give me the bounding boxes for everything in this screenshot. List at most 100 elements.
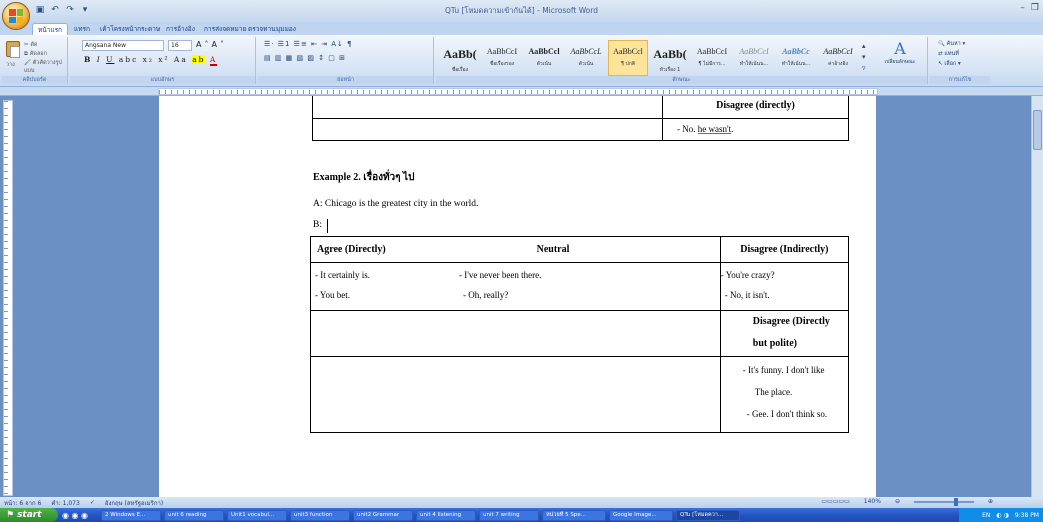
style-name: ตัวเน้น (578, 61, 594, 67)
format-buttons[interactable]: B I U abc x₂ x² Aa ab A (84, 55, 218, 66)
copy-button[interactable]: ⧉ คัดลอก (24, 50, 47, 58)
styles-scroll-icon[interactable]: ▴ ▾ ▿ (862, 41, 866, 74)
taskbar-item[interactable]: 2 Windows E... (101, 509, 161, 521)
restore-icon[interactable]: ❐ (1031, 3, 1039, 13)
minimize-icon[interactable]: – (1020, 3, 1025, 13)
zoom-slider-thumb[interactable] (953, 497, 958, 506)
paragraph-group-label: ย่อหน้า (258, 76, 433, 84)
zoom-slider[interactable] (913, 497, 974, 506)
agree-directly-header: Agree (Directly) (317, 244, 386, 255)
vertical-scrollbar[interactable] (1031, 96, 1043, 497)
table-cell (312, 96, 663, 119)
style-emphasis[interactable]: AaBbCcL ตัวเน้น (566, 40, 606, 76)
neutral-column: - I've never been there. - Oh, really? (459, 265, 659, 305)
vertical-ruler[interactable] (3, 100, 13, 496)
style-heading-1[interactable]: AaBb(หัวเรื่อง 1 (650, 40, 690, 76)
style-sample: AaBbCcl (613, 47, 643, 56)
style-strong[interactable]: AaBbCcl ตัวเน้น (524, 40, 564, 76)
select-button[interactable]: ↖ เลือก ▾ (938, 60, 961, 68)
table-cell: Disagree (Indirectly) (719, 236, 850, 263)
style-intense-emphasis[interactable]: AaBbCc ทำให้เน้นน... (776, 40, 816, 76)
find-button[interactable]: 🔍 ค้นหา ▾ (938, 40, 965, 48)
taskbar-item[interactable]: unit 4 listening (416, 509, 476, 521)
styles-group: AaBb(ชื่อเรื่อง AaBbCcI ชื่อเรื่องรอง AaB… (436, 37, 928, 84)
style-subtle-emphasis[interactable]: AaBbCcI ทำให้เน้นน... (734, 40, 774, 76)
tab-references[interactable]: การอ้างอิง (166, 24, 195, 34)
format-painter-label: ตัวคัดวางรูปแบบ (24, 60, 62, 74)
find-label: ค้นหา (946, 41, 961, 47)
table-cell: - You're crazy? - No, it isn't. (719, 262, 850, 311)
zoom-out-icon[interactable]: ⊖ (895, 498, 900, 505)
style-name: ค่าอ้างอิง (828, 61, 848, 67)
style-normal[interactable]: AaBbCcl ¶ ปกติ (608, 40, 648, 76)
style-title[interactable]: AaBb(ชื่อเรื่อง (440, 40, 480, 76)
tab-review[interactable]: ตรวจทาน (248, 24, 276, 34)
page-count[interactable]: หน้า: 6 จาก 6 (4, 498, 41, 508)
style-sample: AaBbCcI (739, 47, 769, 56)
view-buttons-icon[interactable]: ▭▭▭▭▭ (821, 498, 849, 505)
polite-item: - It's funny. I don't like (742, 365, 825, 375)
style-no-spacing[interactable]: AaBbCcI ¶ ไม่มีการ... (692, 40, 732, 76)
taskbar-item[interactable]: unit2 Grammar (353, 509, 413, 521)
taskbar-item[interactable]: หน่วยที่ 5 Spe... (542, 509, 606, 521)
taskbar-item[interactable]: Google Image... (609, 509, 673, 521)
list-buttons[interactable]: ☰· ☰1 ☰≡ ⇤ ⇥ A↓ ¶ (264, 40, 353, 48)
tab-view[interactable]: มุมมอง (276, 24, 296, 34)
system-tray: EN ◐ ◑ 9:38 PM (959, 508, 1043, 522)
copy-label: คัดลอก (29, 51, 47, 57)
style-sample: AaBbCcl (528, 47, 560, 56)
tab-page-layout[interactable]: เค้าโครงหน้ากระดาษ (100, 24, 160, 34)
tray-icons[interactable]: ◐ ◑ (996, 512, 1008, 519)
word-count[interactable]: คำ: 1,073 (51, 498, 80, 508)
language-indicator[interactable]: อังกฤษ (สหรัฐอเมริกา) (105, 498, 163, 508)
office-button[interactable] (2, 2, 30, 30)
style-sample: AaBb( (653, 47, 687, 61)
taskbar-item[interactable]: Unit1 vocabul... (227, 509, 287, 521)
neutral-header: Neutral (536, 244, 570, 255)
align-buttons[interactable]: ▤ ▥ ▦ ▧ ▨ ↕ ▢ ⊞ (264, 54, 346, 62)
style-subtitle[interactable]: AaBbCcI ชื่อเรื่องรอง (482, 40, 522, 76)
taskbar-item[interactable]: unit 7 writing (479, 509, 539, 521)
start-button[interactable]: ⚑ start (0, 508, 58, 522)
window-title: QTu [โหมดความเข้ากันได้] - Microsoft Wor… (445, 6, 598, 15)
taskbar-item[interactable]: unit3 function (290, 509, 350, 521)
zoom-level[interactable]: 140% (864, 498, 881, 505)
font-name-box[interactable]: Angsana New (82, 40, 164, 51)
zoom-in-icon[interactable]: ⊕ (988, 498, 993, 505)
ribbon: ✂ ตัด ⧉ คัดลอก 🖌 ตัวคัดวางรูปแบบ วาง คลิ… (0, 35, 1043, 87)
font-size-box[interactable]: 16 (168, 40, 192, 51)
paste-icon[interactable] (6, 41, 20, 58)
polite-item: The place. (754, 387, 793, 397)
table-cell: Agree (Directly) Neutral (310, 236, 721, 263)
spelling-icon[interactable]: ✓ (90, 499, 95, 506)
grow-shrink-font-icon[interactable]: A˄A˅ (196, 40, 227, 49)
style-name: ทำให้เน้นน... (781, 61, 811, 67)
style-quote[interactable]: AaBbCcI ค่าอ้างอิง (818, 40, 858, 76)
change-styles-icon: A (894, 39, 906, 58)
scrollbar-thumb[interactable] (1033, 110, 1042, 150)
clipboard-group: ✂ ตัด ⧉ คัดลอก 🖌 ตัวคัดวางรูปแบบ วาง คลิ… (2, 37, 68, 84)
clipboard-group-label: คลิปบอร์ด (2, 76, 67, 84)
taskbar-item-active[interactable]: QTu [โหมดควา... (676, 509, 740, 521)
style-name: ชื่อเรื่อง (451, 67, 469, 73)
window-controls: – ❐ (1020, 3, 1039, 13)
tab-insert[interactable]: แทรก (74, 24, 90, 34)
tab-mailings[interactable]: การส่งจดหมาย (204, 24, 246, 34)
ribbon-tabs: หน้าแรก แทรก เค้าโครงหน้ากระดาษ การอ้างอ… (0, 22, 1043, 35)
select-label: เลือก (944, 61, 957, 67)
taskbar-item[interactable]: unit 6 reading (164, 509, 224, 521)
paste-label[interactable]: วาง (6, 61, 15, 69)
tab-home[interactable]: หน้าแรก (32, 23, 68, 35)
language-bar[interactable]: EN (982, 512, 990, 519)
title-bar: ▣ ↶ ↷ ▾ QTu [โหมดความเข้ากันได้] - Micro… (0, 0, 1043, 30)
style-name: ทำให้เน้นน... (739, 61, 769, 67)
font-group-label: แบบอักษร (70, 76, 255, 84)
horizontal-ruler[interactable] (0, 87, 1043, 96)
cut-button[interactable]: ✂ ตัด (24, 41, 38, 49)
format-painter-button[interactable]: 🖌 ตัวคัดวางรูปแบบ (24, 59, 67, 75)
quick-launch-icons[interactable]: ◉ ◉ ◉ (62, 511, 98, 520)
change-styles-button[interactable]: A เปลี่ยนลักษณะ (876, 39, 924, 66)
style-name: ชื่อเรื่องรอง (489, 61, 515, 67)
font-group: Angsana New 16 A˄A˅ B I U abc x₂ x² Aa a… (70, 37, 256, 84)
replace-button[interactable]: ⇄ แทนที่ (938, 50, 959, 58)
